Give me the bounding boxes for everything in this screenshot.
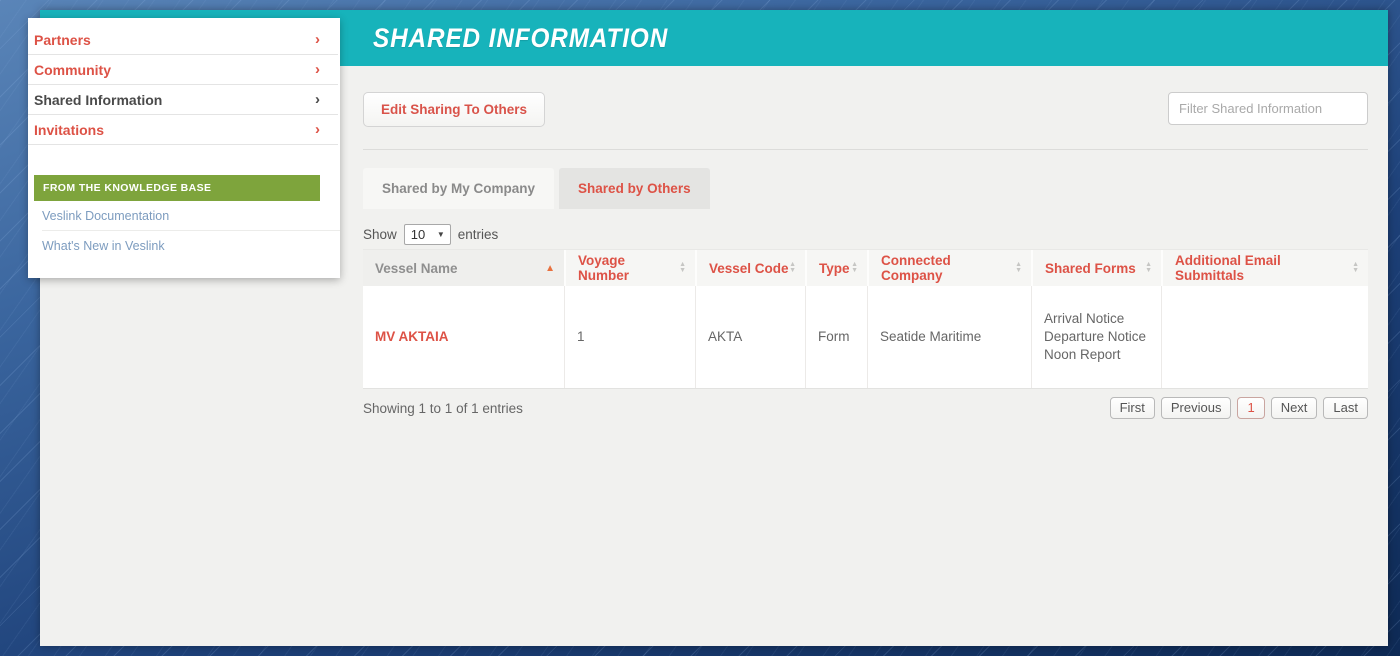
pagination: First Previous 1 Next Last: [1110, 397, 1368, 419]
column-header-vessel-code[interactable]: Vessel Code ▲▼: [695, 250, 805, 286]
column-header-voyage-number[interactable]: Voyage Number ▲▼: [564, 250, 695, 286]
pagination-previous-button[interactable]: Previous: [1161, 397, 1232, 419]
sidebar-item-partners[interactable]: Partners ›: [28, 25, 338, 55]
filter-input[interactable]: [1168, 92, 1368, 125]
entries-summary: Showing 1 to 1 of 1 entries: [363, 401, 523, 416]
cell-vessel-code: AKTA: [695, 286, 805, 388]
toolbar-divider: [363, 149, 1368, 150]
pagination-next-button[interactable]: Next: [1271, 397, 1318, 419]
toolbar: Edit Sharing To Others: [363, 92, 1368, 127]
page-size-select[interactable]: 10 ▼: [404, 224, 451, 245]
column-header-vessel-name[interactable]: Vessel Name ▲: [363, 250, 564, 286]
column-header-connected-company[interactable]: Connected Company ▲▼: [867, 250, 1031, 286]
pagination-last-button[interactable]: Last: [1323, 397, 1368, 419]
column-header-shared-forms[interactable]: Shared Forms ▲▼: [1031, 250, 1161, 286]
page-title: SHARED INFORMATION: [373, 23, 668, 54]
table-header-row: Vessel Name ▲ Voyage Number ▲▼ Vessel Co…: [363, 250, 1368, 286]
cell-additional-email-submittals: [1161, 286, 1368, 388]
cell-connected-company: Seatide Maritime: [867, 286, 1031, 388]
tab-bar: Shared by My Company Shared by Others: [363, 168, 1368, 209]
edit-sharing-button[interactable]: Edit Sharing To Others: [363, 92, 545, 127]
sort-both-icon: ▲▼: [789, 262, 796, 274]
pagination-first-button[interactable]: First: [1110, 397, 1155, 419]
main-content: Edit Sharing To Others Shared by My Comp…: [363, 66, 1388, 419]
knowledge-base-header: FROM THE KNOWLEDGE BASE: [34, 175, 320, 201]
entries-label: entries: [458, 227, 499, 242]
sort-both-icon: ▲▼: [1352, 262, 1359, 274]
cell-type: Form: [805, 286, 867, 388]
cell-vessel-name: MV AKTAIA: [363, 286, 564, 388]
sort-both-icon: ▲▼: [851, 262, 858, 274]
page-size-value: 10: [411, 227, 425, 242]
sort-both-icon: ▲▼: [1015, 262, 1022, 274]
cell-voyage-number: 1: [564, 286, 695, 388]
sort-both-icon: ▲▼: [1145, 262, 1152, 274]
chevron-right-icon: ›: [315, 61, 320, 78]
chevron-down-icon: ▼: [437, 230, 445, 239]
link-veslink-documentation[interactable]: Veslink Documentation: [42, 201, 340, 231]
table-footer: Showing 1 to 1 of 1 entries First Previo…: [363, 397, 1368, 419]
show-entries-control: Show 10 ▼ entries: [363, 224, 1368, 245]
column-header-type[interactable]: Type ▲▼: [805, 250, 867, 286]
column-header-additional-email-submittals[interactable]: Additional Email Submittals ▲▼: [1161, 250, 1368, 286]
pagination-page-1-button[interactable]: 1: [1237, 397, 1264, 419]
sidebar-menu: Partners › Community › Shared Informatio…: [28, 18, 340, 145]
sort-both-icon: ▲▼: [679, 262, 686, 274]
link-whats-new-in-veslink[interactable]: What's New in Veslink: [42, 231, 340, 260]
chevron-right-icon: ›: [315, 31, 320, 48]
tab-shared-by-others[interactable]: Shared by Others: [559, 168, 710, 209]
shared-information-table: Vessel Name ▲ Voyage Number ▲▼ Vessel Co…: [363, 249, 1368, 389]
show-label: Show: [363, 227, 397, 242]
table-row: MV AKTAIA 1 AKTA Form Seatide Maritime A…: [363, 286, 1368, 389]
chevron-right-icon: ›: [315, 121, 320, 138]
sidebar-item-community[interactable]: Community ›: [28, 55, 338, 85]
vessel-name-link[interactable]: MV AKTAIA: [375, 328, 552, 346]
sort-ascending-icon: ▲: [545, 263, 555, 274]
tab-shared-by-my-company[interactable]: Shared by My Company: [363, 168, 554, 209]
sidebar-item-shared-information[interactable]: Shared Information ›: [28, 85, 338, 115]
sidebar: Partners › Community › Shared Informatio…: [28, 18, 340, 278]
sidebar-item-invitations[interactable]: Invitations ›: [28, 115, 338, 145]
cell-shared-forms: Arrival Notice Departure Notice Noon Rep…: [1031, 286, 1161, 388]
chevron-right-icon: ›: [315, 91, 320, 108]
